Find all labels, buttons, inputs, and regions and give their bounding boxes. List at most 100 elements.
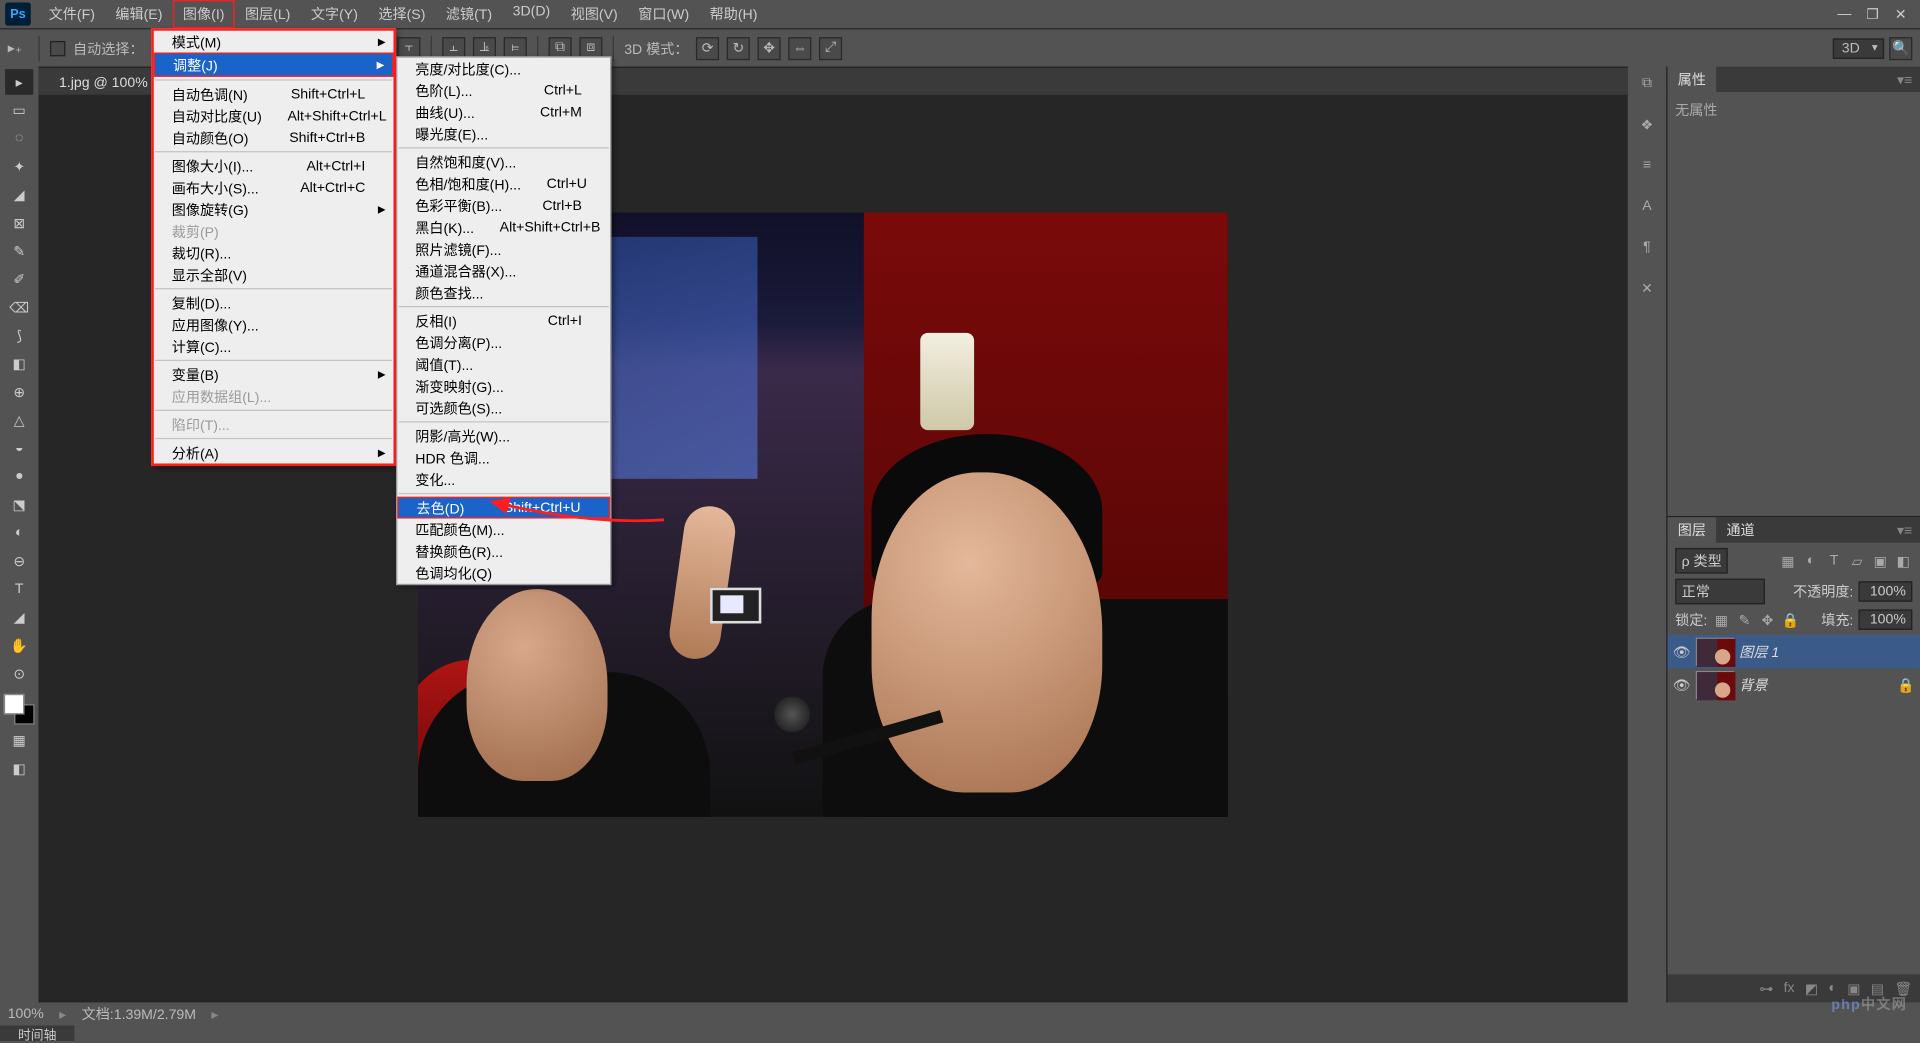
tool-17[interactable]: ⊖: [5, 548, 33, 574]
filter-type-icon[interactable]: T: [1825, 552, 1843, 570]
tool-18[interactable]: T: [5, 576, 33, 602]
3d-roll-icon[interactable]: ↻: [727, 36, 750, 59]
3d-slide-icon[interactable]: ⇔: [788, 36, 811, 59]
panel-strip-icon[interactable]: A: [1635, 195, 1658, 218]
tool-6[interactable]: ✎: [5, 238, 33, 264]
lock-paint-icon[interactable]: ✎: [1736, 611, 1754, 629]
docinfo-arrow-icon[interactable]: ▸: [211, 1006, 218, 1023]
menu-item[interactable]: 显示全部(V): [154, 264, 394, 286]
menu-item[interactable]: 裁切(R)...: [154, 242, 394, 264]
close-button[interactable]: ✕: [1887, 6, 1915, 23]
panel-strip-icon[interactable]: ≡: [1635, 154, 1658, 177]
menu-视图[interactable]: 视图(V): [560, 0, 628, 28]
layer-row[interactable]: 👁背景🔒: [1667, 668, 1919, 701]
menu-item[interactable]: 色相/饱和度(H)...Ctrl+U: [397, 173, 610, 195]
layer-mask-icon[interactable]: ◩: [1805, 980, 1818, 997]
menu-item[interactable]: 图像大小(I)...Alt+Ctrl+I: [154, 155, 394, 177]
filter-smart-icon[interactable]: ▣: [1871, 552, 1889, 570]
layer-fx-icon[interactable]: fx: [1784, 981, 1795, 996]
zoom-arrow-icon[interactable]: ▸: [59, 1006, 66, 1023]
zoom-level[interactable]: 100%: [8, 1006, 44, 1021]
menu-编辑[interactable]: 编辑(E): [105, 0, 173, 28]
menu-item[interactable]: 模式(M): [154, 31, 394, 53]
menu-item[interactable]: 变化...: [397, 469, 610, 491]
filter-pixel-icon[interactable]: ▦: [1779, 552, 1797, 570]
panel-menu-icon[interactable]: ▾≡: [1889, 522, 1920, 539]
tool-9[interactable]: ⟆: [5, 323, 33, 349]
doc-info[interactable]: 文档:1.39M/2.79M: [82, 1004, 196, 1024]
tool-15[interactable]: ⬔: [5, 492, 33, 518]
tool-3[interactable]: ✦: [5, 154, 33, 180]
tool-20[interactable]: ✋: [5, 632, 33, 658]
menu-item[interactable]: 自然饱和度(V)...: [397, 151, 610, 173]
tool-1[interactable]: ▭: [5, 97, 33, 123]
menu-窗口[interactable]: 窗口(W): [628, 0, 699, 28]
menu-item[interactable]: 照片滤镜(F)...: [397, 238, 610, 260]
menu-item[interactable]: 复制(D)...: [154, 292, 394, 314]
tool-12[interactable]: △: [5, 407, 33, 433]
search-icon[interactable]: 🔍: [1889, 36, 1912, 59]
menu-item[interactable]: 匹配颜色(M)...: [397, 519, 610, 541]
tool-13[interactable]: ◒: [5, 435, 33, 461]
menu-item[interactable]: HDR 色调...: [397, 447, 610, 469]
tool-7[interactable]: ✐: [5, 266, 33, 292]
panel-strip-icon[interactable]: ❖: [1635, 113, 1658, 136]
tool-14[interactable]: ●: [5, 463, 33, 489]
tool-8[interactable]: ⌫: [5, 294, 33, 320]
timeline-tab[interactable]: 时间轴: [0, 1026, 74, 1041]
filter-toggle-icon[interactable]: ◧: [1894, 552, 1912, 570]
menu-item[interactable]: 自动颜色(O)Shift+Ctrl+B: [154, 127, 394, 149]
menu-item[interactable]: 色阶(L)...Ctrl+L: [397, 79, 610, 101]
menu-3d[interactable]: 3D(D): [502, 0, 560, 28]
layer-row[interactable]: 👁图层 1: [1667, 635, 1919, 668]
menu-item[interactable]: 阈值(T)...: [397, 353, 610, 375]
tool-0[interactable]: ▸: [5, 69, 33, 95]
menu-item[interactable]: 画布大小(S)...Alt+Ctrl+C: [154, 177, 394, 199]
lock-position-icon[interactable]: ✥: [1759, 611, 1777, 629]
panel-strip-icon[interactable]: ⧉: [1635, 72, 1658, 95]
panel-strip-icon[interactable]: ✕: [1635, 277, 1658, 300]
workspace-combo[interactable]: 3D: [1833, 38, 1884, 58]
menu-item[interactable]: 计算(C)...: [154, 335, 394, 357]
menu-item[interactable]: 变量(B): [154, 364, 394, 386]
menu-item[interactable]: 反相(I)Ctrl+I: [397, 310, 610, 332]
fill-input[interactable]: 100%: [1858, 609, 1912, 629]
auto-select-checkbox[interactable]: [50, 40, 65, 55]
menu-item[interactable]: 颜色查找...: [397, 282, 610, 304]
tab-channels[interactable]: 通道: [1716, 517, 1765, 543]
menu-图像[interactable]: 图像(I): [173, 0, 235, 28]
tab-layers[interactable]: 图层: [1667, 517, 1716, 543]
layer-filter-kind[interactable]: ρ 类型: [1675, 548, 1728, 574]
color-swatch[interactable]: [4, 694, 35, 725]
tool-4[interactable]: ◢: [5, 182, 33, 208]
menu-item[interactable]: 黑白(K)...Alt+Shift+Ctrl+B: [397, 216, 610, 238]
menu-文件[interactable]: 文件(F): [38, 0, 105, 28]
link-layers-icon[interactable]: ⊶: [1759, 980, 1773, 997]
menu-文字[interactable]: 文字(Y): [301, 0, 369, 28]
layer-name[interactable]: 背景: [1739, 675, 1767, 695]
quickmask-icon[interactable]: ◧: [5, 755, 33, 781]
3d-pan-icon[interactable]: ✥: [758, 36, 781, 59]
tool-19[interactable]: ◢: [5, 604, 33, 630]
filter-adj-icon[interactable]: ◐: [1802, 552, 1820, 570]
tool-2[interactable]: ◌: [5, 125, 33, 151]
lock-transparent-icon[interactable]: ▦: [1712, 611, 1730, 629]
menu-item[interactable]: 通道混合器(X)...: [397, 260, 610, 282]
3d-orbit-icon[interactable]: ⟳: [696, 36, 719, 59]
minimize-button[interactable]: —: [1830, 6, 1858, 23]
tool-11[interactable]: ⊕: [5, 379, 33, 405]
menu-item[interactable]: 渐变映射(G)...: [397, 375, 610, 397]
menu-item[interactable]: 曲线(U)...Ctrl+M: [397, 101, 610, 123]
3d-zoom-icon[interactable]: ⤢: [819, 36, 842, 59]
quickmask-icon[interactable]: ▦: [5, 727, 33, 753]
blend-mode-combo[interactable]: 正常: [1675, 579, 1765, 605]
menu-图层[interactable]: 图层(L): [235, 0, 301, 28]
tool-16[interactable]: ◐: [5, 520, 33, 546]
lock-all-icon[interactable]: 🔒: [1782, 611, 1800, 629]
visibility-icon[interactable]: 👁: [1673, 677, 1691, 694]
menu-item[interactable]: 曝光度(E)...: [397, 123, 610, 145]
layer-name[interactable]: 图层 1: [1739, 641, 1779, 661]
menu-item[interactable]: 自动色调(N)Shift+Ctrl+L: [154, 83, 394, 105]
menu-item[interactable]: 图像旋转(G): [154, 198, 394, 220]
layer-thumbnail[interactable]: [1696, 671, 1734, 699]
